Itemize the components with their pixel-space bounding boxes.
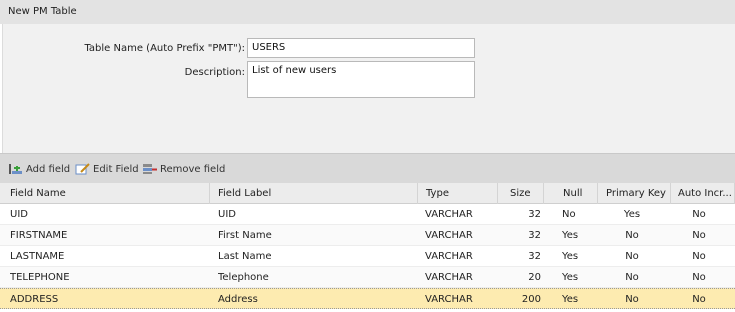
cell-size: 32 bbox=[528, 251, 541, 262]
cell-type: VARCHAR bbox=[425, 294, 473, 305]
table-form-panel: Table Name (Auto Prefix "PMT"): USERS De… bbox=[2, 24, 735, 153]
remove-field-label: Remove field bbox=[160, 163, 226, 175]
cell-field-name: FIRSTNAME bbox=[10, 230, 68, 241]
cell-field-label: Telephone bbox=[218, 272, 269, 283]
cell-auto-increment: No bbox=[692, 209, 706, 220]
cell-primary-key: No bbox=[625, 294, 639, 305]
cell-primary-key: No bbox=[625, 230, 639, 241]
table-row[interactable]: UID UID VARCHAR 32 No Yes No bbox=[0, 204, 735, 225]
window-title: New PM Table bbox=[8, 6, 77, 17]
cell-field-name: LASTNAME bbox=[10, 251, 65, 262]
edit-field-button[interactable]: Edit Field bbox=[75, 162, 139, 176]
edit-field-label: Edit Field bbox=[93, 163, 139, 175]
table-name-label: Table Name (Auto Prefix "PMT"): bbox=[84, 43, 245, 54]
column-header-size[interactable]: Size bbox=[498, 183, 544, 204]
cell-null: Yes bbox=[562, 272, 579, 283]
grid-body: UID UID VARCHAR 32 No Yes No FIRSTNAME F… bbox=[0, 204, 735, 309]
cell-null: Yes bbox=[562, 294, 579, 305]
column-header-type[interactable]: Type bbox=[418, 183, 498, 204]
cell-auto-increment: No bbox=[692, 230, 706, 241]
cell-size: 200 bbox=[521, 294, 541, 305]
cell-primary-key: No bbox=[625, 272, 639, 283]
cell-null: Yes bbox=[562, 251, 579, 262]
cell-field-label: Address bbox=[218, 294, 258, 305]
grid-header: Field Name Field Label Type Size Null Pr… bbox=[0, 183, 735, 204]
cell-type: VARCHAR bbox=[425, 272, 473, 283]
table-name-input[interactable]: USERS bbox=[247, 38, 475, 58]
cell-type: VARCHAR bbox=[425, 230, 473, 241]
add-field-button[interactable]: Add field bbox=[8, 162, 70, 176]
cell-null: No bbox=[562, 209, 576, 220]
column-header-null[interactable]: Null bbox=[544, 183, 598, 204]
cell-null: Yes bbox=[562, 230, 579, 241]
description-label: Description: bbox=[184, 67, 245, 78]
column-header-primary-key[interactable]: Primary Key bbox=[598, 183, 671, 204]
cell-type: VARCHAR bbox=[425, 251, 473, 262]
cell-field-label: First Name bbox=[218, 230, 272, 241]
add-field-label: Add field bbox=[26, 163, 71, 175]
description-textarea[interactable]: List of new users bbox=[247, 61, 475, 98]
cell-auto-increment: No bbox=[692, 294, 706, 305]
cell-size: 32 bbox=[528, 209, 541, 220]
cell-auto-increment: No bbox=[692, 251, 706, 262]
cell-field-label: UID bbox=[218, 209, 236, 220]
add-field-icon bbox=[9, 164, 22, 174]
cell-size: 32 bbox=[528, 230, 541, 241]
fields-toolbar: Add field Edit Field Remove field bbox=[0, 153, 735, 183]
column-header-auto-increment[interactable]: Auto Incr... bbox=[671, 183, 735, 204]
cell-primary-key: Yes bbox=[623, 209, 641, 220]
cell-field-name: UID bbox=[10, 209, 28, 220]
cell-field-name: TELEPHONE bbox=[10, 272, 70, 283]
cell-size: 20 bbox=[528, 272, 541, 283]
remove-field-icon bbox=[143, 164, 157, 174]
cell-field-label: Last Name bbox=[218, 251, 272, 262]
column-header-field-name[interactable]: Field Name bbox=[2, 183, 210, 204]
cell-auto-increment: No bbox=[692, 272, 706, 283]
new-pm-table-window: New PM Table Table Name (Auto Prefix "PM… bbox=[0, 0, 735, 312]
table-row-selected[interactable]: ADDRESS Address VARCHAR 200 Yes No No bbox=[0, 288, 735, 309]
remove-field-button[interactable]: Remove field bbox=[142, 162, 225, 176]
edit-field-icon bbox=[75, 163, 90, 175]
table-row[interactable]: LASTNAME Last Name VARCHAR 32 Yes No No bbox=[0, 246, 735, 267]
cell-type: VARCHAR bbox=[425, 209, 473, 220]
table-row[interactable]: FIRSTNAME First Name VARCHAR 32 Yes No N… bbox=[0, 225, 735, 246]
table-row[interactable]: TELEPHONE Telephone VARCHAR 20 Yes No No bbox=[0, 267, 735, 288]
window-title-bar: New PM Table bbox=[0, 0, 735, 24]
column-header-field-label[interactable]: Field Label bbox=[210, 183, 418, 204]
fields-grid: Field Name Field Label Type Size Null Pr… bbox=[0, 183, 735, 309]
cell-field-name: ADDRESS bbox=[10, 294, 59, 305]
cell-primary-key: No bbox=[625, 251, 639, 262]
